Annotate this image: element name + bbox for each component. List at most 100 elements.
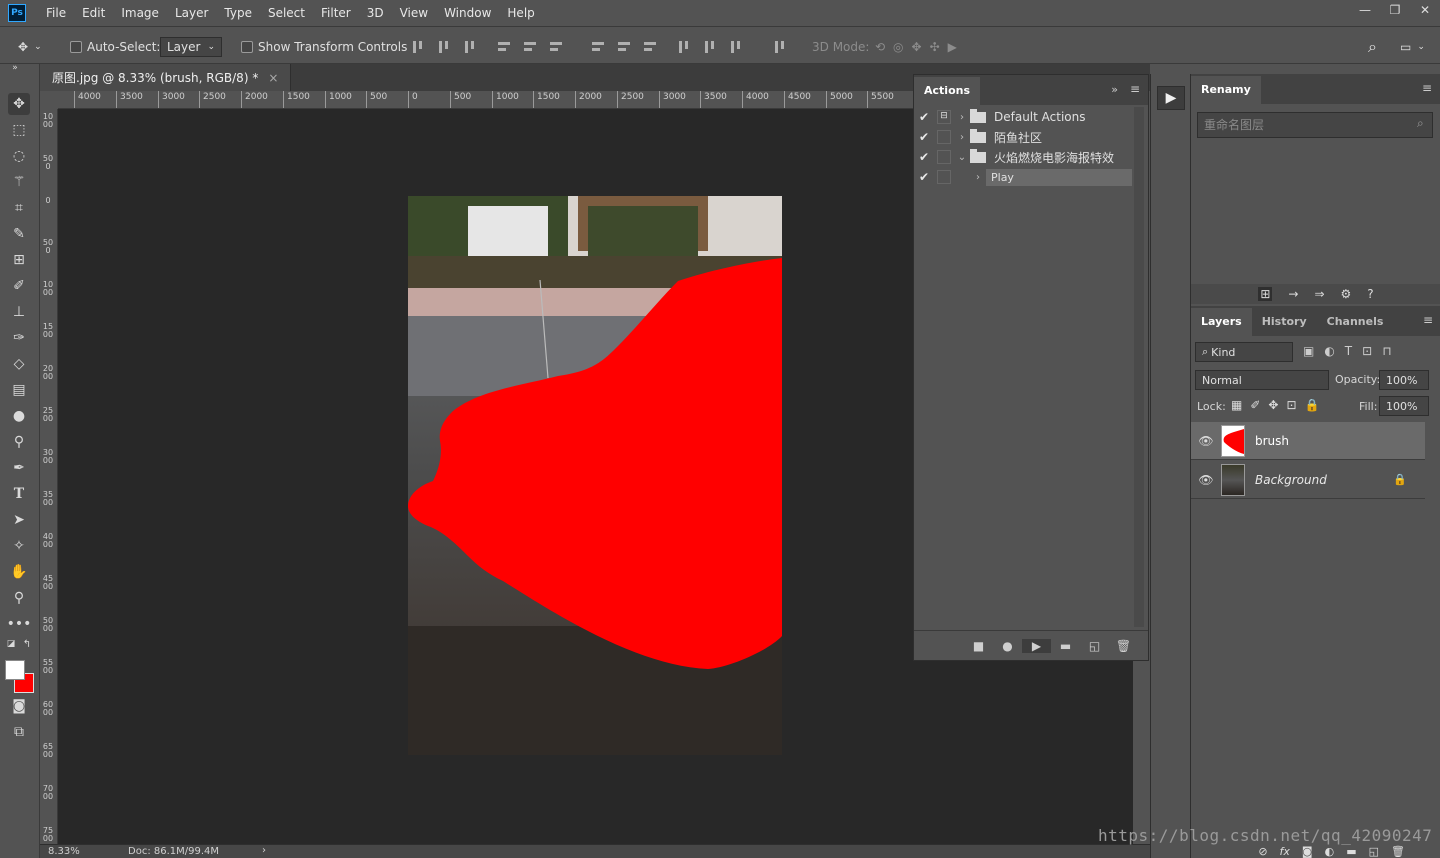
action-set-moyu[interactable]: ✔ › 陌鱼社区 bbox=[914, 127, 1132, 147]
align-vcenter-icon[interactable] bbox=[436, 39, 452, 55]
blur-tool-icon[interactable]: ● bbox=[8, 405, 30, 427]
more-tools-icon[interactable]: ••• bbox=[7, 613, 32, 635]
chevron-right-icon[interactable]: › bbox=[970, 172, 986, 183]
double-arrow-icon[interactable]: ⇒ bbox=[1314, 287, 1324, 301]
distribute-right-icon[interactable] bbox=[728, 39, 744, 55]
hand-tool-icon[interactable]: ✋ bbox=[8, 561, 30, 583]
new-set-icon[interactable]: ▬ bbox=[1051, 639, 1080, 653]
arrow-right-icon[interactable]: → bbox=[1288, 287, 1298, 301]
workspace-icon[interactable]: ▭ ⌄ bbox=[1400, 37, 1425, 57]
new-layer-icon[interactable]: ◱ bbox=[1369, 845, 1379, 858]
action-check-icon[interactable]: ✔ bbox=[914, 150, 934, 164]
tab-channels[interactable]: Channels bbox=[1317, 308, 1394, 336]
search-icon[interactable]: ⌕ bbox=[1417, 116, 1424, 131]
align-bottom-icon[interactable] bbox=[462, 39, 478, 55]
tab-layers[interactable]: Layers bbox=[1191, 308, 1252, 336]
marquee-tool-icon[interactable]: ⬚ bbox=[8, 119, 30, 141]
stop-icon[interactable]: ■ bbox=[964, 639, 993, 653]
tab-renamy[interactable]: Renamy bbox=[1191, 76, 1261, 104]
menu-type[interactable]: Type bbox=[216, 0, 260, 26]
eyedropper-tool-icon[interactable]: ✎ bbox=[8, 223, 30, 245]
align-right-icon[interactable] bbox=[548, 39, 564, 55]
dodge-tool-icon[interactable]: ⚲ bbox=[8, 431, 30, 453]
document-tab[interactable]: 原图.jpg @ 8.33% (brush, RGB/8) * × bbox=[40, 64, 292, 91]
brush-tool-icon[interactable]: ✐ bbox=[8, 275, 30, 297]
dialog-toggle-icon[interactable] bbox=[937, 130, 951, 144]
custom-shape-tool-icon[interactable]: ✧ bbox=[8, 535, 30, 557]
menu-window[interactable]: Window bbox=[436, 0, 499, 26]
adjustment-icon[interactable]: ◐ bbox=[1325, 845, 1335, 858]
action-check-icon[interactable]: ✔ bbox=[914, 170, 934, 184]
panel-menu-icon[interactable]: ≡ bbox=[1423, 313, 1433, 327]
dialog-toggle-icon[interactable] bbox=[937, 150, 951, 164]
delete-icon[interactable]: 🗑 bbox=[1391, 845, 1405, 858]
collapse-panel-icon[interactable]: » bbox=[1111, 83, 1118, 96]
tab-actions[interactable]: Actions bbox=[914, 77, 980, 105]
default-colors-icon[interactable]: ◪ bbox=[4, 638, 18, 650]
settings-icon[interactable]: ⚙ bbox=[1341, 287, 1352, 301]
close-button[interactable]: ✕ bbox=[1410, 0, 1440, 20]
path-selection-tool-icon[interactable]: ➤ bbox=[8, 509, 30, 531]
new-action-icon[interactable]: ◱ bbox=[1080, 639, 1109, 653]
eraser-tool-icon[interactable]: ◇ bbox=[8, 353, 30, 375]
move-tool-icon[interactable]: ✥ bbox=[8, 93, 30, 115]
layer-filter-icons[interactable]: ▣◐T⊡⊓ bbox=[1303, 344, 1402, 358]
menu-layer[interactable]: Layer bbox=[167, 0, 216, 26]
search-icon[interactable]: ⌕ bbox=[1368, 37, 1377, 57]
action-check-icon[interactable]: ✔ bbox=[914, 110, 934, 124]
minimize-button[interactable]: — bbox=[1350, 0, 1380, 20]
align-left-icon[interactable] bbox=[496, 39, 512, 55]
blend-mode-select[interactable]: Normal bbox=[1195, 370, 1329, 390]
renamy-mode-icon[interactable]: ⊞ bbox=[1258, 287, 1273, 301]
panel-menu-icon[interactable]: ≡ bbox=[1422, 81, 1432, 95]
record-icon[interactable]: ● bbox=[993, 639, 1022, 653]
auto-select-checkbox[interactable]: Auto-Select: bbox=[70, 37, 160, 57]
menu-edit[interactable]: Edit bbox=[74, 0, 113, 26]
distribute-vcenter-icon[interactable] bbox=[616, 39, 632, 55]
chevron-right-icon[interactable]: › bbox=[954, 112, 970, 123]
screen-mode-icon[interactable]: ⧉ bbox=[8, 721, 30, 743]
document-canvas[interactable] bbox=[408, 196, 782, 755]
delete-icon[interactable]: 🗑 bbox=[1109, 639, 1138, 653]
mask-icon[interactable]: ◙ bbox=[1302, 845, 1313, 858]
status-menu-arrow-icon[interactable]: › bbox=[262, 845, 266, 856]
magic-wand-tool-icon[interactable]: ⚚ bbox=[8, 171, 30, 193]
menu-view[interactable]: View bbox=[392, 0, 436, 26]
play-icon[interactable]: ▶ bbox=[1022, 638, 1051, 653]
menu-select[interactable]: Select bbox=[260, 0, 313, 26]
swap-colors-icon[interactable]: ↰ bbox=[20, 638, 34, 650]
lock-icons[interactable]: ▦✐✥⊡🔒 bbox=[1231, 398, 1327, 412]
panel-menu-icon[interactable]: ≡ bbox=[1130, 82, 1140, 96]
action-set-default[interactable]: ✔ ⊟ › Default Actions bbox=[914, 107, 1132, 127]
menu-image[interactable]: Image bbox=[113, 0, 167, 26]
gradient-tool-icon[interactable]: ▤ bbox=[8, 379, 30, 401]
action-check-icon[interactable]: ✔ bbox=[914, 130, 934, 144]
menu-3d[interactable]: 3D bbox=[359, 0, 392, 26]
type-tool-icon[interactable]: T bbox=[8, 483, 30, 505]
auto-select-dropdown[interactable]: Layer ⌄ bbox=[160, 37, 222, 57]
eye-icon[interactable]: 👁 bbox=[1191, 473, 1221, 487]
distribute-bottom-icon[interactable] bbox=[642, 39, 658, 55]
action-set-fire-effect[interactable]: ✔ ⌄ 火焰燃烧电影海报特效 bbox=[914, 147, 1132, 167]
align-top-icon[interactable] bbox=[410, 39, 426, 55]
healing-brush-tool-icon[interactable]: ⊞ bbox=[8, 249, 30, 271]
opacity-input[interactable]: 100% bbox=[1379, 370, 1429, 390]
show-transform-checkbox[interactable]: Show Transform Controls bbox=[241, 37, 407, 57]
crop-tool-icon[interactable]: ⌗ bbox=[8, 197, 30, 219]
eye-icon[interactable]: 👁 bbox=[1191, 434, 1221, 448]
clone-stamp-tool-icon[interactable]: ⊥ bbox=[8, 301, 30, 323]
foreground-color-swatch[interactable] bbox=[5, 660, 25, 680]
fill-input[interactable]: 100% bbox=[1379, 396, 1429, 416]
menu-file[interactable]: File bbox=[38, 0, 74, 26]
chevron-right-icon[interactable]: › bbox=[954, 132, 970, 143]
dialog-toggle-icon[interactable]: ⊟ bbox=[937, 110, 951, 124]
layer-row-background[interactable]: 👁 Background 🔒 bbox=[1191, 461, 1425, 499]
lasso-tool-icon[interactable]: ◌ bbox=[8, 145, 30, 167]
distribute-left-icon[interactable] bbox=[676, 39, 692, 55]
close-tab-icon[interactable]: × bbox=[268, 71, 278, 85]
zoom-level[interactable]: 8.33% bbox=[48, 846, 80, 857]
dialog-toggle-icon[interactable] bbox=[937, 170, 951, 184]
group-icon[interactable]: ▬ bbox=[1346, 845, 1356, 858]
menu-help[interactable]: Help bbox=[499, 0, 542, 26]
chevron-down-icon[interactable]: ⌄ bbox=[954, 152, 970, 163]
